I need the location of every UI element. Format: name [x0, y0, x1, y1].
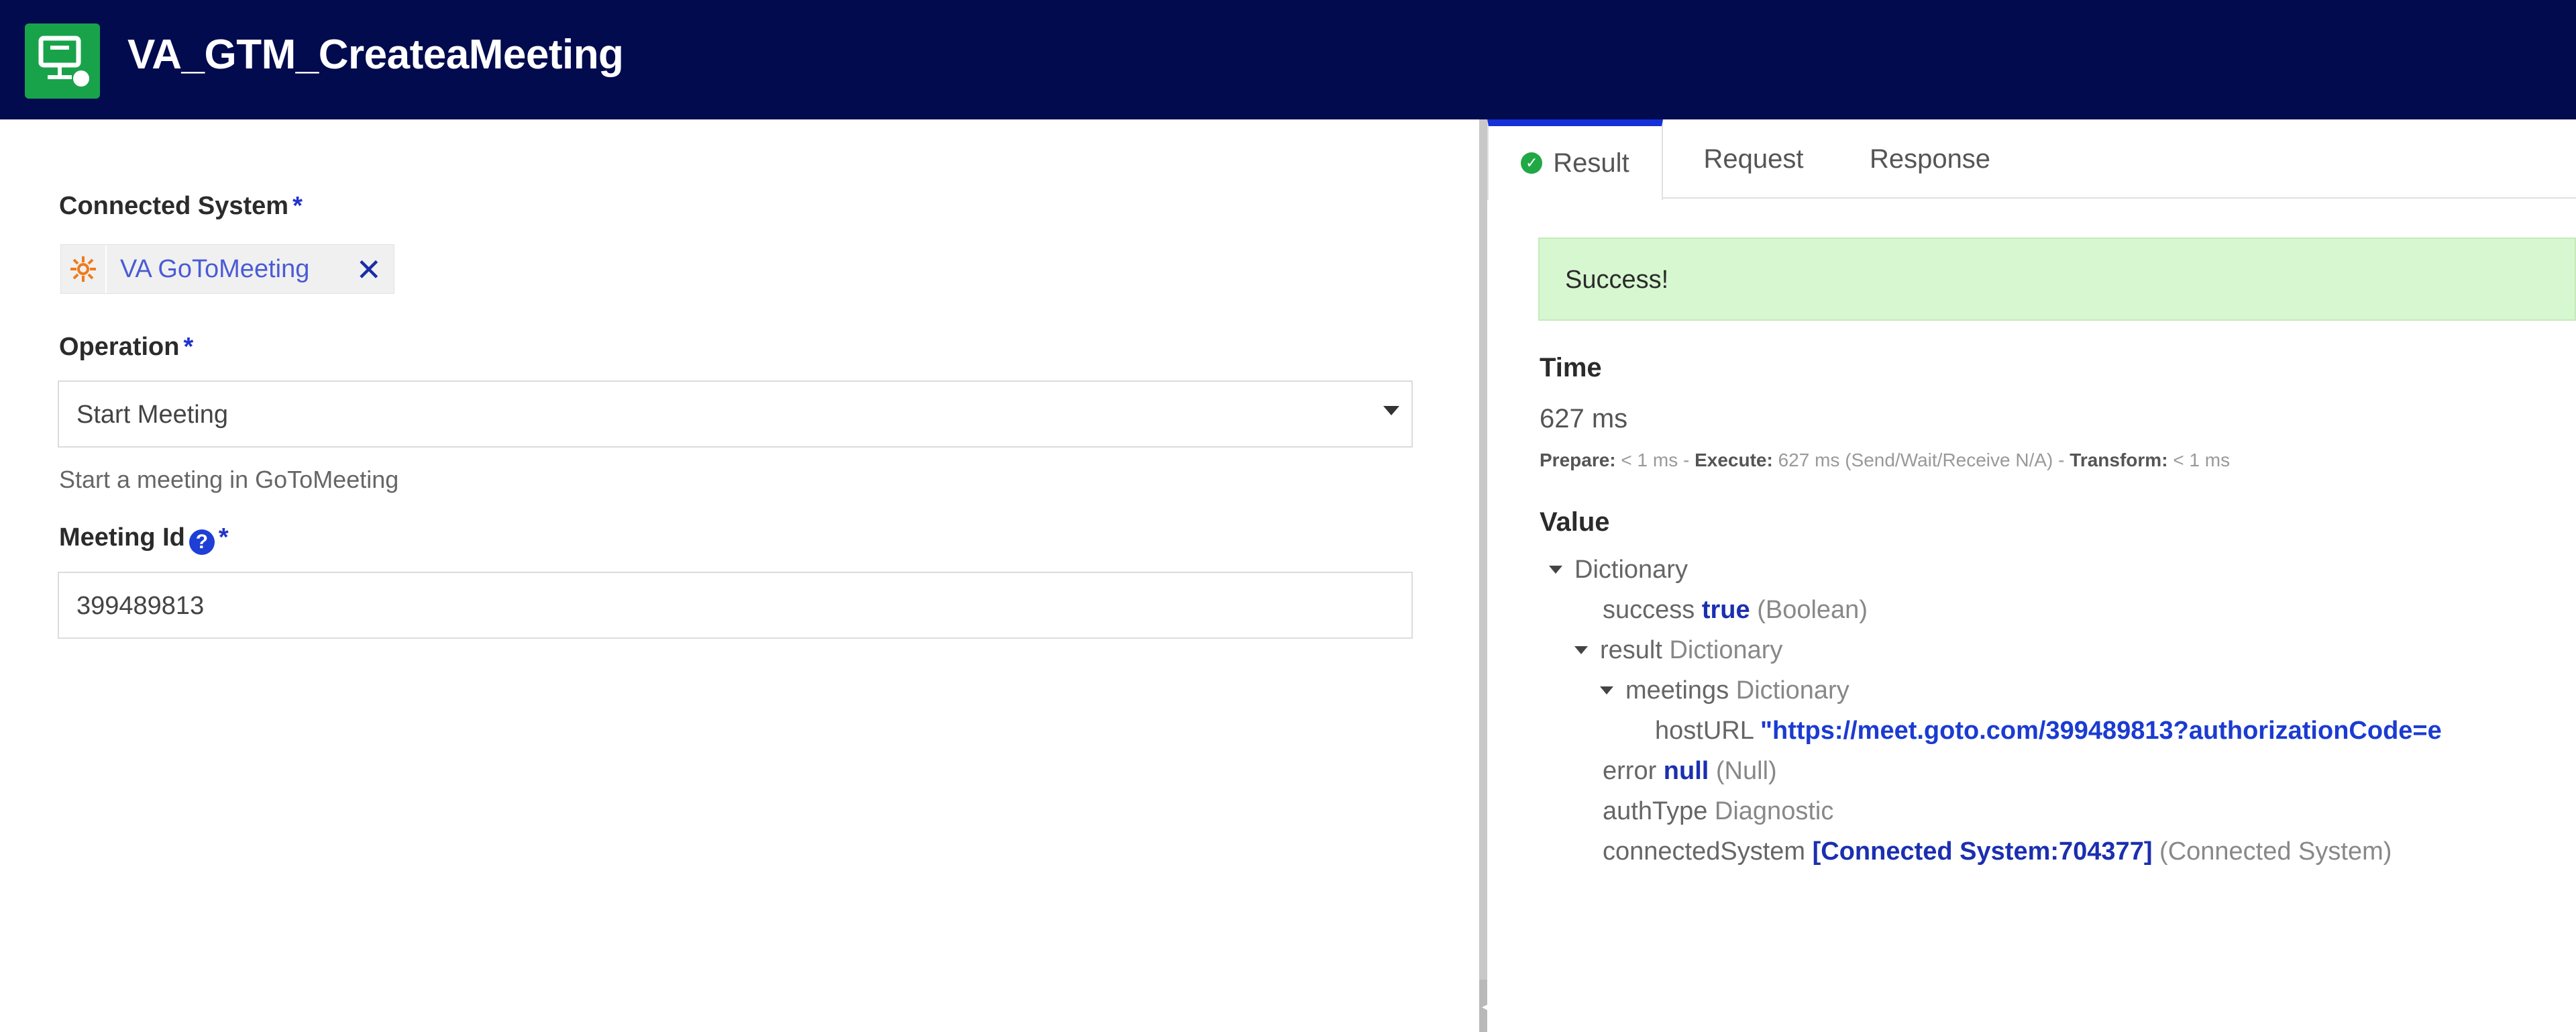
tree-type: Dictionary — [1735, 676, 1849, 705]
meeting-id-input[interactable]: 399489813 — [58, 572, 1413, 639]
transform-value: < 1 ms — [2173, 450, 2231, 470]
execute-label: Execute: — [1695, 450, 1773, 470]
meeting-id-label-text: Meeting Id — [59, 523, 185, 552]
tab-result-label: Result — [1553, 148, 1629, 178]
tree-key: hostURL — [1655, 717, 1754, 745]
panel-divider[interactable] — [1479, 119, 1487, 1032]
execute-value: 627 ms (Send/Wait/Receive N/A) — [1778, 450, 2053, 470]
tree-value: Diagnostic — [1714, 797, 1834, 825]
page-title: VA_GTM_CreateaMeeting — [127, 32, 624, 78]
required-mark: * — [218, 523, 229, 552]
tab-result[interactable]: ✓ Result — [1487, 119, 1663, 200]
result-tabs: ✓ Result Request Response — [1487, 119, 2576, 200]
time-heading: Time — [1540, 353, 1602, 382]
tree-node-error: error null (Null) — [1603, 757, 1777, 786]
operation-selected-value: Start Meeting — [76, 401, 228, 429]
chevron-down-icon — [1383, 406, 1399, 415]
tree-type: (Boolean) — [1757, 596, 1868, 624]
success-banner: Success! — [1538, 238, 2576, 321]
connected-system-icon — [61, 245, 107, 293]
tab-response[interactable]: Response — [1849, 119, 2010, 199]
expand-triangle-icon[interactable] — [1600, 686, 1613, 694]
timing-breakdown: Prepare: < 1 ms - Execute: 627 ms (Send/… — [1540, 450, 2230, 471]
prepare-value: < 1 ms — [1621, 450, 1678, 470]
remove-connected-system-icon[interactable]: ✕ — [356, 252, 382, 288]
tree-node-success: success true (Boolean) — [1603, 596, 1868, 625]
transform-label: Transform: — [2070, 450, 2168, 470]
tree-key: error — [1603, 757, 1657, 785]
tree-node-connected-system: connectedSystem [Connected System:704377… — [1603, 837, 2392, 866]
tree-value: null — [1663, 757, 1709, 785]
meeting-id-value: 399489813 — [76, 592, 205, 620]
required-mark: * — [292, 192, 303, 220]
tree-key: authType — [1603, 797, 1708, 825]
connected-system-label-text: Connected System — [59, 192, 289, 220]
tree-type: (Null) — [1715, 757, 1777, 785]
tree-value[interactable]: "https://meet.goto.com/399489813?authori… — [1760, 717, 2442, 745]
tree-node-hosturl: hostURL "https://meet.goto.com/399489813… — [1655, 717, 2442, 745]
tree-node-result[interactable]: result Dictionary — [1574, 636, 1782, 665]
tree-node-meetings[interactable]: meetings Dictionary — [1600, 676, 1849, 705]
required-mark: * — [183, 333, 194, 361]
tree-key: result — [1600, 636, 1662, 664]
tree-key: meetings — [1625, 676, 1729, 705]
tree-node-root[interactable]: Dictionary — [1549, 556, 1688, 584]
success-message: Success! — [1565, 266, 1669, 294]
expand-triangle-icon[interactable] — [1549, 566, 1562, 574]
operation-label-text: Operation — [59, 333, 180, 361]
tree-value: true — [1701, 596, 1750, 624]
timing-separator: - — [1678, 450, 1695, 470]
time-value: 627 ms — [1540, 404, 1628, 433]
tree-type: Dictionary — [1669, 636, 1783, 664]
help-icon[interactable]: ? — [189, 529, 215, 555]
tab-response-label: Response — [1869, 144, 1991, 174]
connected-system-record-link[interactable]: [Connected System:704377] — [1813, 837, 2153, 866]
prepare-label: Prepare: — [1540, 450, 1616, 470]
connected-system-label: Connected System * — [59, 192, 303, 221]
expand-triangle-icon[interactable] — [1574, 646, 1588, 654]
timing-separator: - — [2053, 450, 2070, 470]
tree-type: Dictionary — [1574, 556, 1688, 584]
tab-request[interactable]: Request — [1683, 119, 1824, 199]
tree-type: (Connected System) — [2159, 837, 2392, 866]
value-heading: Value — [1540, 507, 1610, 537]
connected-system-link[interactable]: VA GoToMeeting — [120, 255, 309, 284]
operation-dropdown[interactable]: Start Meeting — [58, 380, 1413, 448]
connected-system-chip[interactable]: VA GoToMeeting ✕ — [60, 244, 394, 294]
app-header: VA_GTM_CreateaMeeting — [0, 0, 2576, 119]
success-check-icon: ✓ — [1521, 152, 1543, 174]
meeting-id-label: Meeting Id? * — [59, 523, 229, 555]
operation-label: Operation * — [59, 333, 193, 362]
tree-key: success — [1603, 596, 1695, 624]
configuration-panel: Connected System * VA GoToMeeting ✕ Opera… — [0, 119, 1479, 1032]
tree-key: connectedSystem — [1603, 837, 1806, 866]
test-result-panel: ✓ Result Request Response Success! Time … — [1487, 119, 2576, 1032]
integration-icon — [25, 23, 100, 99]
tab-request-label: Request — [1703, 144, 1804, 174]
operation-hint: Start a meeting in GoToMeeting — [59, 466, 399, 493]
tree-node-authtype: authType Diagnostic — [1603, 797, 1833, 826]
